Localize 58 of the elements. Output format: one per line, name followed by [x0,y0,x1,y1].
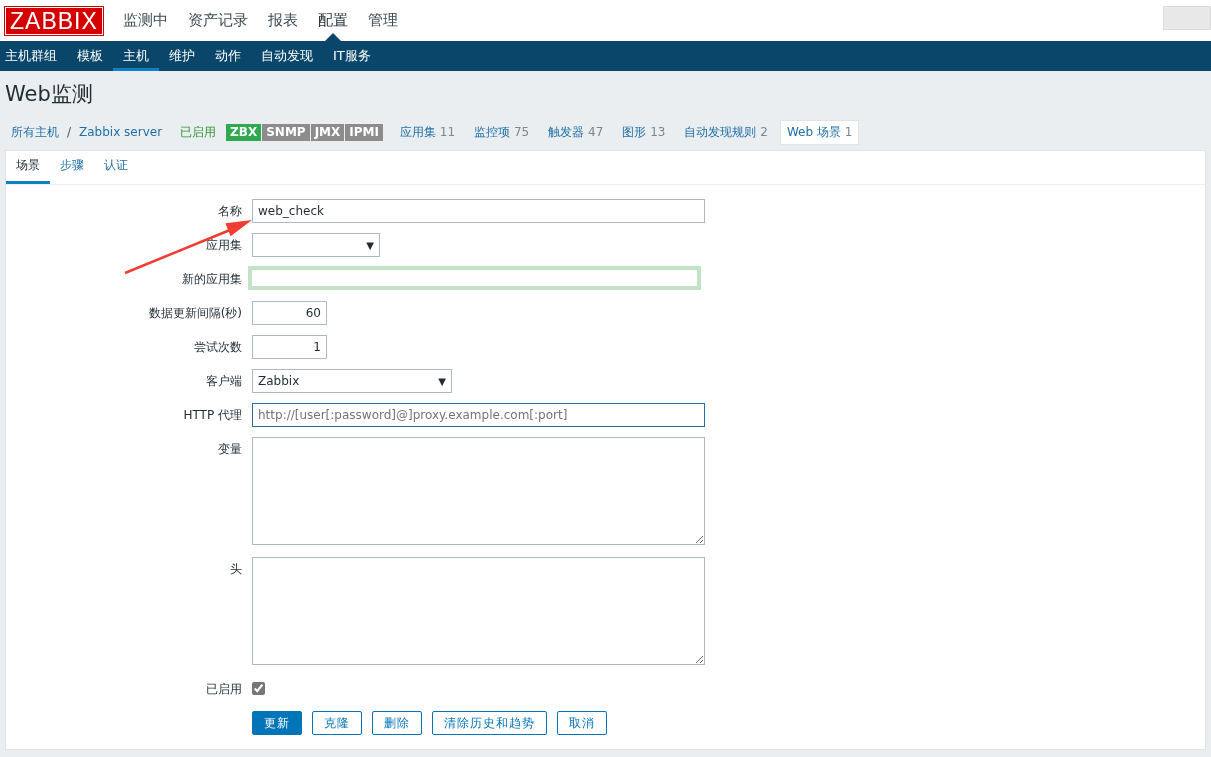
text-field[interactable]: web_check [252,199,705,223]
menu-item[interactable]: 管理 [357,0,408,41]
text-area[interactable] [252,437,705,545]
field-label: 变量 [218,442,242,456]
dropdown[interactable]: ▼ [252,233,380,257]
field-label: 应用集 [206,238,242,252]
field-label: 数据更新间隔(秒) [148,306,242,320]
availability-tag: IPMI [345,123,383,141]
field-label: 尝试次数 [194,340,242,354]
action-button[interactable]: 更新 [252,711,302,735]
host-tab[interactable]: 监控项 75 [467,119,537,145]
menu-item[interactable]: 监测中 [112,0,178,41]
field-label: 客户端 [206,374,242,388]
number-field[interactable]: 1 [252,335,327,359]
number-field[interactable]: 60 [252,301,327,325]
action-button[interactable]: 清除历史和趋势 [432,711,547,735]
breadcrumb-link[interactable]: Zabbix server [73,125,169,139]
host-tab[interactable]: 触发器 47 [541,119,611,145]
field-label: 已启用 [206,682,242,696]
submenu-item[interactable]: 维护 [159,41,205,71]
action-button[interactable]: 克隆 [312,711,362,735]
field-label: 头 [230,562,242,576]
checkbox[interactable] [252,682,265,695]
host-tab[interactable]: Web 场景 1 [779,119,860,145]
host-tab[interactable]: 自动发现规则 2 [677,119,775,145]
menu-item[interactable]: 报表 [257,0,308,41]
page-title: Web监测 [4,81,94,108]
tab[interactable]: 步骤 [50,151,94,184]
tab[interactable]: 认证 [94,151,138,184]
availability-tag: SNMP [262,123,310,141]
submenu-item[interactable]: 动作 [205,41,251,71]
submenu-item[interactable]: 主机群组 [0,41,67,71]
submenu-item[interactable]: 自动发现 [251,41,323,71]
logo[interactable]: ZABBIX [5,6,103,35]
breadcrumb-link[interactable]: 所有主机 [5,123,65,141]
separator: / [66,125,73,139]
submenu-item[interactable]: 模板 [67,41,113,71]
text-field[interactable]: http://[user[:password]@]proxy.example.com[:port] [252,403,705,427]
field-label: 名称 [218,204,242,218]
action-button[interactable]: 删除 [372,711,422,735]
submenu-item[interactable]: 主机 [113,41,159,71]
input-field[interactable] [1163,6,1211,30]
action-button[interactable]: 取消 [557,711,607,735]
menu-item[interactable]: 资产记录 [177,0,258,41]
submenu-item[interactable]: IT服务 [323,41,381,71]
host-tab[interactable]: 图形 13 [615,119,673,145]
status-label: 已启用 [179,123,218,141]
dropdown-value: Zabbix [258,374,300,388]
field-label: 新的应用集 [182,272,242,286]
caret-icon: ▼ [438,375,446,387]
field-label: HTTP 代理 [183,408,242,422]
text-area[interactable] [252,557,705,665]
availability-tag: ZBX [226,123,262,141]
tab[interactable]: 场景 [6,151,50,184]
caret-icon: ▼ [366,239,374,251]
dropdown[interactable]: Zabbix ▼ [252,369,452,393]
availability-tag: JMX [310,123,345,141]
host-tab[interactable]: 应用集 11 [392,119,463,145]
